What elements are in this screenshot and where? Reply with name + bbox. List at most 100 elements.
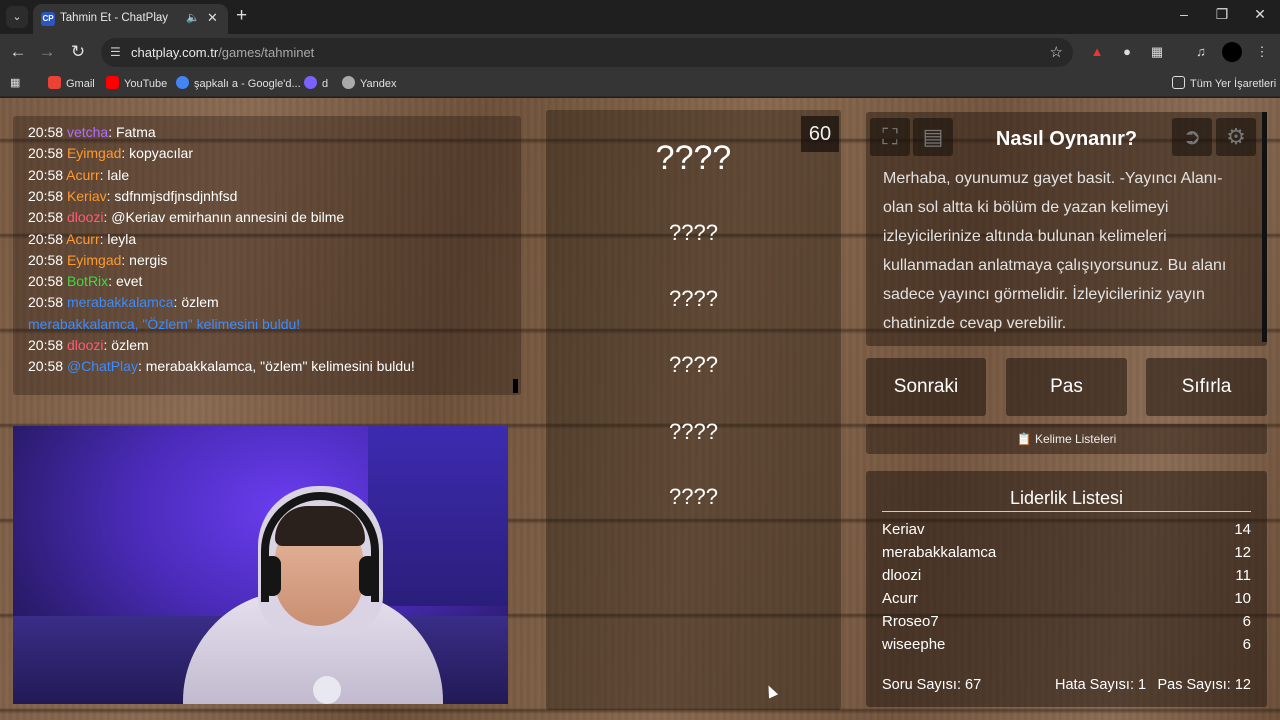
word-lists-label: Kelime Listeleri xyxy=(1034,432,1117,446)
site-info-icon[interactable]: ☰ xyxy=(110,45,121,59)
forward-arrow-icon[interactable]: → xyxy=(36,42,58,62)
chat-scrollbar[interactable] xyxy=(513,379,518,393)
webcam-feed xyxy=(13,426,508,704)
forbidden-word-3: ???? xyxy=(669,352,718,377)
leaderboard-score: 10 xyxy=(1234,590,1251,607)
headset-ear-right xyxy=(359,556,377,596)
leaderboard-score: 6 xyxy=(1242,636,1251,653)
chat-timestamp: 20:58 xyxy=(28,230,64,247)
chat-username[interactable]: merabakkalamca xyxy=(67,294,174,310)
chat-panel: 20:58 vetcha: Fatma 20:58 Eyimgad: kopyac… xyxy=(13,116,521,395)
bookmarks-bar: ▦ Gmail YouTube şapkalı a - Google'd... … xyxy=(0,71,1280,97)
clipboard-icon: 📋 xyxy=(1016,432,1032,446)
chat-message: 20:58 dloozi: @Keriav emirhanın annesini… xyxy=(28,209,344,225)
chat-system-message: merabakkalamca, "Özlem" kelimesini buldu… xyxy=(28,315,301,332)
gear-icon[interactable]: ⚙ xyxy=(1216,118,1256,156)
bookmark-yandex[interactable]: Yandex xyxy=(342,76,397,90)
google-icon xyxy=(176,76,189,89)
webcam-background-window xyxy=(368,426,508,606)
chat-text: : Fatma xyxy=(108,124,156,140)
chat-username[interactable]: Acurr xyxy=(66,231,99,247)
chat-username[interactable]: Eyimgad xyxy=(67,145,121,161)
leaderboard-name: Rroseo7 xyxy=(882,613,939,630)
chat-message: 20:58 Eyimgad: nergis xyxy=(28,252,167,268)
chat-message: 20:58 vetcha: Fatma xyxy=(28,124,156,140)
chat-timestamp: 20:58 xyxy=(28,337,64,353)
bookmark-gmail[interactable]: Gmail xyxy=(48,76,95,90)
chatplay-favicon-icon: CP xyxy=(41,12,55,26)
chat-message: 20:58 BotRix: evet xyxy=(28,273,142,289)
chat-message: 20:58 Acurr: leyla xyxy=(28,231,136,247)
back-arrow-icon[interactable]: ← xyxy=(7,42,29,62)
tab-close-icon[interactable]: ✕ xyxy=(207,10,218,26)
chat-username[interactable]: Eyimgad xyxy=(67,252,121,268)
address-bar[interactable]: ☰ chatplay.com.tr/games/tahminet ☆ xyxy=(101,38,1073,67)
forbidden-word-5: ???? xyxy=(669,484,718,509)
profile-avatar-icon[interactable] xyxy=(1222,42,1242,62)
chat-timestamp: 20:58 xyxy=(28,209,64,226)
leaderboard-name: Acurr xyxy=(882,590,918,607)
chat-username[interactable]: Acurr xyxy=(66,167,99,183)
bookmark-d[interactable]: d xyxy=(304,76,328,90)
chat-timestamp: 20:58 xyxy=(28,294,64,311)
chat-username[interactable]: dloozi xyxy=(67,337,104,353)
all-bookmarks[interactable]: Tüm Yer İşaretleri xyxy=(1172,76,1276,90)
chat-timestamp: 20:58 xyxy=(28,358,64,375)
chat-message: 20:58 merabakkalamca: özlem xyxy=(28,294,219,310)
leaderboard-name: wiseephe xyxy=(882,636,946,653)
folder-icon xyxy=(1172,76,1185,89)
chat-username[interactable]: @ChatPlay xyxy=(67,358,138,374)
restore-icon[interactable]: ❐ xyxy=(1210,6,1234,23)
chat-username[interactable]: dloozi xyxy=(67,209,104,225)
chat-timestamp: 20:58 xyxy=(28,187,64,204)
leaderboard-divider xyxy=(882,511,1251,512)
menu-dots-icon[interactable]: ⋮ xyxy=(1252,42,1272,62)
media-control-icon[interactable]: ♫ xyxy=(1191,42,1211,62)
browser-toolbar: ← → ↻ ☰ chatplay.com.tr/games/tahminet ☆… xyxy=(0,34,1280,71)
url-text: chatplay.com.tr/games/tahminet xyxy=(131,45,315,60)
speaker-icon[interactable]: 🔈 xyxy=(186,11,200,24)
chat-text: : leyla xyxy=(99,230,137,247)
leaderboard-row: Acurr 10 xyxy=(882,590,1251,612)
bookmark-star-icon[interactable]: ☆ xyxy=(1050,43,1063,61)
chat-username[interactable]: Keriav xyxy=(67,188,107,204)
bookmark-google[interactable]: şapkalı a - Google'd... xyxy=(176,76,301,90)
chat-username[interactable]: BotRix xyxy=(67,273,108,289)
leaderboard-row: Keriav 14 xyxy=(882,521,1251,543)
chat-text: : merabakkalamca, "özlem" kelimesini bul… xyxy=(137,358,415,375)
youtube-icon xyxy=(106,76,119,89)
active-tab[interactable]: CP Tahmin Et - ChatPlay 🔈 ✕ xyxy=(33,4,228,34)
apps-grid-icon[interactable]: ▦ xyxy=(10,76,20,89)
tab-search-button[interactable]: ⌄ xyxy=(6,6,28,28)
minimize-icon[interactable]: – xyxy=(1172,6,1196,22)
chat-text: : @Keriav emirhanın annesini de bilme xyxy=(103,209,345,226)
reload-icon[interactable]: ↻ xyxy=(67,42,89,62)
extension-tp-icon[interactable]: ▲ xyxy=(1087,42,1107,62)
chat-text: : lale xyxy=(99,166,130,183)
words-panel: 60 ???? ???? ???? ???? ???? ???? xyxy=(546,110,841,710)
new-tab-icon[interactable]: + xyxy=(236,5,247,27)
microphone-icon xyxy=(313,676,341,704)
question-count: Soru Sayısı: 67 xyxy=(882,677,982,693)
leaderboard-panel: Liderlik Listesi Keriav 14 merabakkalamca 1… xyxy=(866,471,1267,707)
chat-text: : özlem xyxy=(173,294,219,311)
how-to-play-scrollbar[interactable] xyxy=(1262,112,1267,342)
pass-button[interactable]: Pas xyxy=(1006,358,1127,416)
leaderboard-name: dloozi xyxy=(882,567,922,584)
next-button[interactable]: Sonraki xyxy=(866,358,986,416)
bookmark-youtube[interactable]: YouTube xyxy=(106,76,167,90)
chat-text: : kopyacılar xyxy=(121,145,193,162)
extension-avatar-icon[interactable]: ● xyxy=(1117,42,1137,62)
reset-button[interactable]: Sıfırla xyxy=(1146,358,1267,416)
chat-message: 20:58 Eyimgad: kopyacılar xyxy=(28,145,193,161)
gmail-icon xyxy=(48,76,61,89)
extensions-puzzle-icon[interactable]: ▦ xyxy=(1147,42,1167,62)
exit-icon[interactable]: ➲ xyxy=(1172,118,1212,156)
game-page: 20:58 vetcha: Fatma 20:58 Eyimgad: kopyac… xyxy=(0,98,1280,720)
leaderboard-title: Liderlik Listesi xyxy=(1009,488,1124,508)
word-lists-button[interactable]: 📋 Kelime Listeleri xyxy=(866,424,1267,454)
window-close-icon[interactable]: ✕ xyxy=(1248,6,1272,23)
forbidden-word-1: ???? xyxy=(669,220,718,245)
leaderboard-row: Rroseo7 6 xyxy=(882,613,1251,635)
chat-username[interactable]: vetcha xyxy=(67,124,108,140)
